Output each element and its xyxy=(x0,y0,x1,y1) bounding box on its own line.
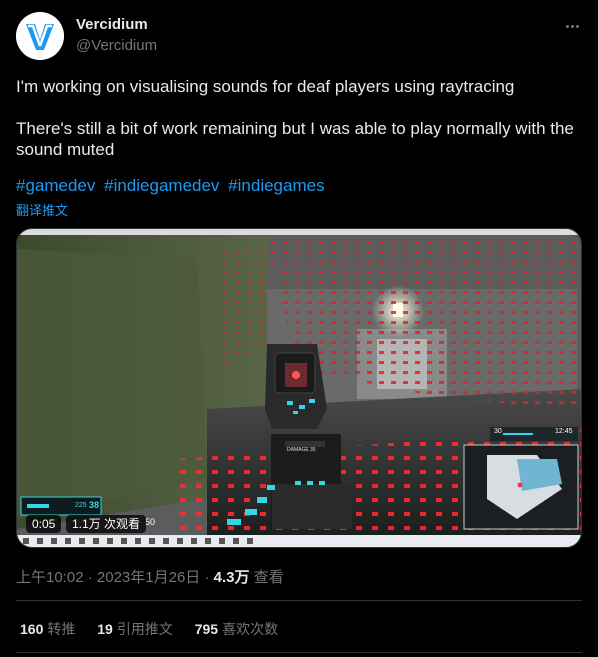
ammo-loaded: 38 xyxy=(89,500,100,510)
ammo-reserve: 225 xyxy=(75,502,87,509)
hashtag-link[interactable]: #gamedev xyxy=(16,176,95,195)
tweet-paragraph: There's still a bit of work remaining bu… xyxy=(16,119,574,159)
meta-separator: · xyxy=(87,569,93,586)
tweet-paragraph: I'm working on visualising sounds for de… xyxy=(16,77,515,96)
hashtag-link[interactable]: #indiegames xyxy=(228,176,324,195)
vercidium-logo-icon xyxy=(16,12,64,60)
tweet-time[interactable]: 上午10:02 xyxy=(16,569,84,586)
retweets-label: 转推 xyxy=(47,621,76,637)
quotes-label: 引用推文 xyxy=(116,621,173,637)
quotes-count: 19 xyxy=(97,621,113,637)
crosshair-label: DAMAGE 35 xyxy=(287,447,316,453)
author-name[interactable]: Vercidium xyxy=(76,16,148,33)
retweets-count: 160 xyxy=(20,621,44,637)
translate-link[interactable]: 翻译推文 xyxy=(16,200,68,219)
tweet-text: I'm working on visualising sounds for de… xyxy=(16,76,582,160)
health-value: 50 xyxy=(145,517,156,527)
speed-value: 30 xyxy=(494,428,502,435)
hashtag-link[interactable]: #indiegamedev xyxy=(104,176,219,195)
retweets-stat[interactable]: 160 转推 xyxy=(20,621,75,637)
author-handle[interactable]: @Vercidium xyxy=(76,37,157,54)
views-label: 查看 xyxy=(253,569,284,586)
video-elapsed-time: 0:05 xyxy=(26,515,62,533)
tweet-stats: 160 转推 19 引用推文 795 喜欢次数 xyxy=(20,619,296,639)
more-horizontal-icon xyxy=(565,24,579,28)
likes-count: 795 xyxy=(194,621,219,637)
avatar[interactable] xyxy=(16,12,64,60)
likes-stat[interactable]: 795 喜欢次数 xyxy=(195,621,278,637)
video-frame: DAMAGE 35 xyxy=(17,229,581,547)
clock-value: 12:45 xyxy=(555,428,573,435)
views-count: 4.3万 xyxy=(213,569,250,586)
video-view-count: 1.1万 次观看 xyxy=(66,515,147,533)
divider xyxy=(16,652,582,653)
likes-label: 喜欢次数 xyxy=(222,621,279,637)
tweet-date[interactable]: 2023年1月26日 xyxy=(97,569,200,586)
tweet-meta: 上午10:02 · 2023年1月26日 · 4.3万 查看 xyxy=(16,566,284,587)
divider xyxy=(16,600,582,601)
video-player[interactable]: DAMAGE 35 225 38 50 30 12:45 xyxy=(16,228,582,548)
hashtag-list: #gamedev #indiegamedev #indiegames xyxy=(16,176,329,196)
meta-separator: · xyxy=(204,569,210,586)
more-options-button[interactable] xyxy=(562,16,582,36)
quotes-stat[interactable]: 19 引用推文 xyxy=(97,621,173,637)
